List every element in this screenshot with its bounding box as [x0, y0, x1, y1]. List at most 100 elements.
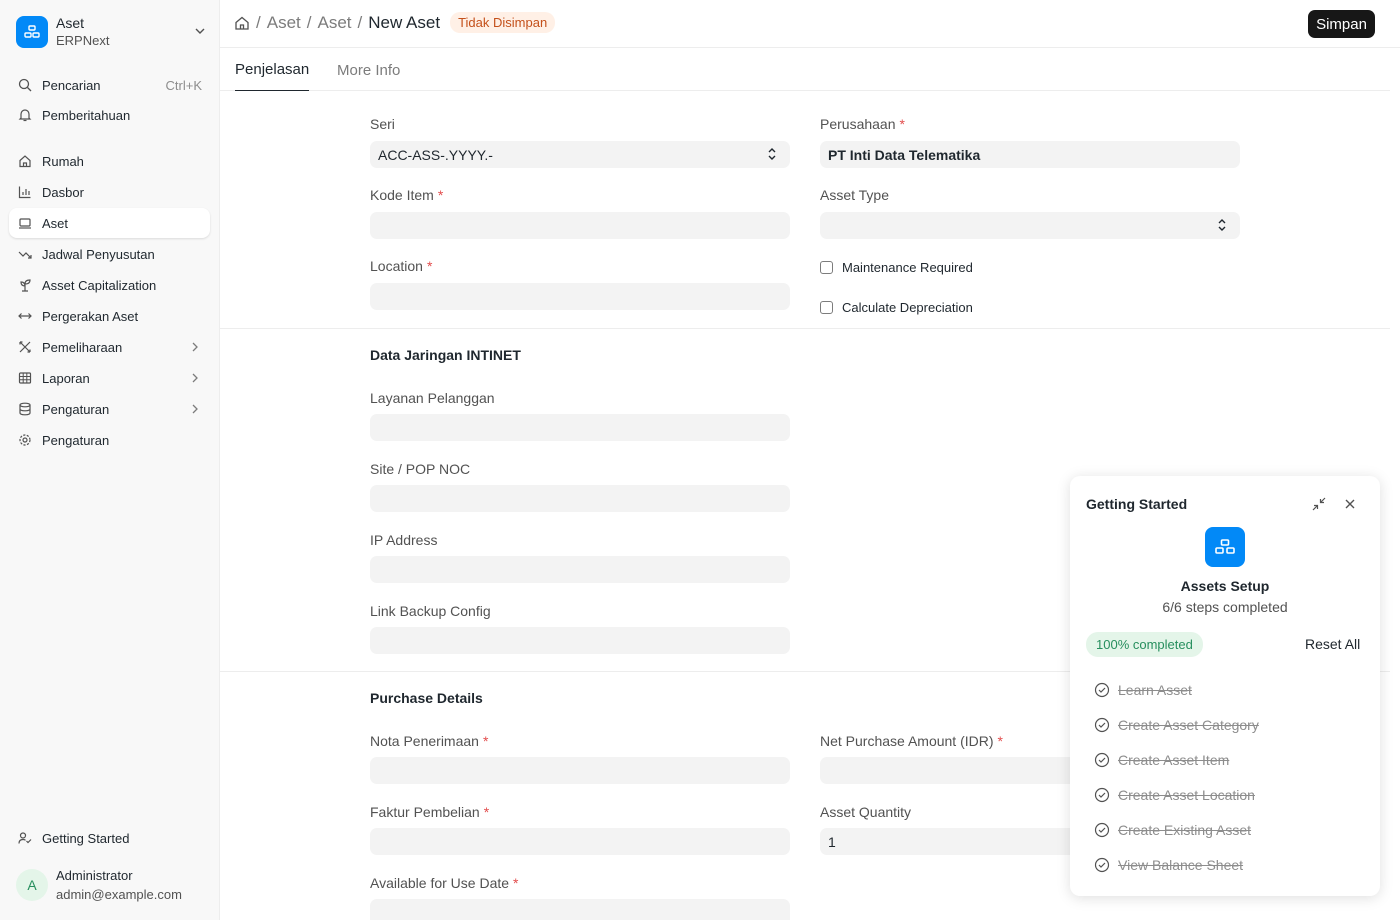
sprout-icon	[16, 276, 34, 294]
trending-down-icon	[16, 245, 34, 263]
sidebar-search-label: Pencarian	[42, 77, 101, 93]
sidebar-item-label: Rumah	[42, 153, 84, 169]
available-date-label: Available for Use Date *	[370, 875, 519, 891]
maintenance-required-checkbox[interactable]: Maintenance Required	[820, 260, 973, 275]
faktur-field[interactable]	[370, 828, 790, 855]
kode-item-label: Kode Item *	[370, 187, 444, 203]
onboarding-step-label: Create Existing Asset	[1118, 822, 1252, 838]
user-email: admin@example.com	[56, 887, 182, 902]
user-check-icon	[16, 829, 34, 847]
asset-type-select[interactable]	[820, 212, 1240, 239]
arrows-horizontal-icon	[16, 307, 34, 325]
tab-more-info[interactable]: More Info	[337, 49, 400, 91]
app-title: Aset	[56, 15, 85, 31]
seri-select[interactable]: ACC-ASS-.YYYY.-	[370, 141, 790, 168]
backup-config-label: Link Backup Config	[370, 603, 491, 619]
sidebar-item-pemeliharaan[interactable]: Pemeliharaan	[9, 332, 210, 362]
calculate-depreciation-checkbox[interactable]: Calculate Depreciation	[820, 300, 973, 315]
available-date-field[interactable]	[370, 899, 790, 920]
sidebar-item-rumah[interactable]: Rumah	[9, 146, 210, 176]
tab-penjelasan[interactable]: Penjelasan	[235, 49, 310, 91]
app-switcher[interactable]: Aset ERPNext	[16, 12, 206, 52]
sidebar-item-dasbor[interactable]: Dasbor	[9, 177, 210, 207]
sidebar-item-label: Dasbor	[42, 184, 84, 200]
location-field[interactable]	[370, 283, 790, 310]
gear-icon	[16, 431, 34, 449]
onboarding-step-label: View Balance Sheet	[1118, 857, 1244, 873]
steps-completed-text: 6/6 steps completed	[1162, 599, 1288, 615]
perusahaan-field[interactable]: PT Inti Data Telematika	[820, 141, 1240, 168]
sidebar-item-asset-capitalization[interactable]: Asset Capitalization	[9, 270, 210, 300]
onboarding-step[interactable]: Create Asset Item	[1094, 750, 1229, 770]
layanan-field[interactable]	[370, 414, 790, 441]
sidebar-item-label: Pergerakan Aset	[42, 308, 139, 324]
save-button[interactable]: Simpan	[1308, 10, 1375, 38]
sidebar-item-label: Asset Capitalization	[42, 277, 157, 293]
avatar: A	[16, 869, 48, 901]
sidebar-item-label: Aset	[42, 215, 69, 231]
page-title: New Aset	[368, 12, 441, 32]
sidebar-item-laporan[interactable]: Laporan	[9, 363, 210, 393]
sidebar-item-pengaturan[interactable]: Pengaturan	[9, 425, 210, 455]
backup-config-field[interactable]	[370, 627, 790, 654]
sidebar-item-jadwal-penyusutan[interactable]: Jadwal Penyusutan	[9, 239, 210, 269]
sidebar-item-pengaturan-group[interactable]: Pengaturan	[9, 394, 210, 424]
user-name: Administrator	[56, 868, 133, 883]
user-menu[interactable]: A Administrator admin@example.com	[16, 866, 182, 904]
check-circle-icon	[1094, 752, 1110, 768]
kode-item-field[interactable]	[370, 212, 790, 239]
sidebar-notifications-label: Pemberitahuan	[42, 107, 131, 123]
chevron-right-icon	[190, 403, 200, 418]
onboarding-step[interactable]: Create Existing Asset	[1094, 820, 1251, 840]
breadcrumb: / Aset / Aset / New Aset Tidak Disimpan	[234, 12, 556, 33]
checkbox-box[interactable]	[820, 261, 833, 274]
sidebar-notifications[interactable]: Pemberitahuan	[9, 100, 210, 130]
onboarding-step-label: Create Asset Location	[1118, 787, 1255, 803]
nota-field[interactable]	[370, 757, 790, 784]
status-badge: Tidak Disimpan	[450, 12, 556, 33]
search-shortcut: Ctrl+K	[165, 77, 202, 93]
check-circle-icon	[1094, 857, 1110, 873]
section-divider	[220, 328, 1390, 329]
minimize-icon[interactable]	[1312, 497, 1326, 514]
breadcrumb-link[interactable]: Aset	[267, 13, 301, 33]
getting-started-title: Getting Started	[1086, 496, 1188, 512]
laptop-icon	[16, 214, 34, 232]
asset-quantity-label: Asset Quantity	[820, 804, 912, 820]
home-icon	[16, 152, 34, 170]
reset-all-button[interactable]: Reset All	[1305, 636, 1360, 652]
seri-value: ACC-ASS-.YYYY.-	[378, 146, 493, 163]
section-title-purchase: Purchase Details	[370, 690, 483, 706]
checkbox-box[interactable]	[820, 301, 833, 314]
onboarding-step-label: Create Asset Item	[1118, 752, 1230, 768]
ip-address-field[interactable]	[370, 556, 790, 583]
close-icon[interactable]	[1343, 497, 1357, 514]
onboarding-step[interactable]: Create Asset Location	[1094, 785, 1255, 805]
getting-started-label: Getting Started	[42, 830, 130, 846]
check-circle-icon	[1094, 717, 1110, 733]
home-icon[interactable]	[234, 15, 250, 31]
search-icon	[16, 76, 34, 94]
form-tabs: Penjelasan More Info	[220, 49, 1390, 91]
tools-icon	[16, 338, 34, 356]
perusahaan-value: PT Inti Data Telematika	[828, 146, 981, 163]
onboarding-step[interactable]: View Balance Sheet	[1094, 855, 1243, 875]
onboarding-step[interactable]: Learn Asset	[1094, 680, 1192, 700]
site-field[interactable]	[370, 485, 790, 512]
select-arrows-icon	[1218, 218, 1226, 235]
sidebar-item-pergerakan-aset[interactable]: Pergerakan Aset	[9, 301, 210, 331]
bell-icon	[16, 106, 34, 124]
sidebar-getting-started[interactable]: Getting Started	[9, 823, 210, 853]
onboarding-step-label: Learn Asset	[1118, 682, 1192, 698]
onboarding-step[interactable]: Create Asset Category	[1094, 715, 1259, 735]
table-icon	[16, 369, 34, 387]
sidebar-search[interactable]: Pencarian Ctrl+K	[9, 70, 210, 100]
module-name: Assets Setup	[1180, 578, 1270, 594]
breadcrumb-link[interactable]: Aset	[318, 13, 352, 33]
sidebar: Aset ERPNext Pencarian Ctrl+K Pemberitah…	[0, 0, 220, 920]
nota-label: Nota Penerimaan *	[370, 733, 489, 749]
sidebar-item-label: Laporan	[42, 370, 90, 386]
sidebar-item-label: Pemeliharaan	[42, 339, 123, 355]
sidebar-item-aset[interactable]: Aset	[9, 208, 210, 238]
sidebar-item-label: Jadwal Penyusutan	[42, 246, 155, 262]
